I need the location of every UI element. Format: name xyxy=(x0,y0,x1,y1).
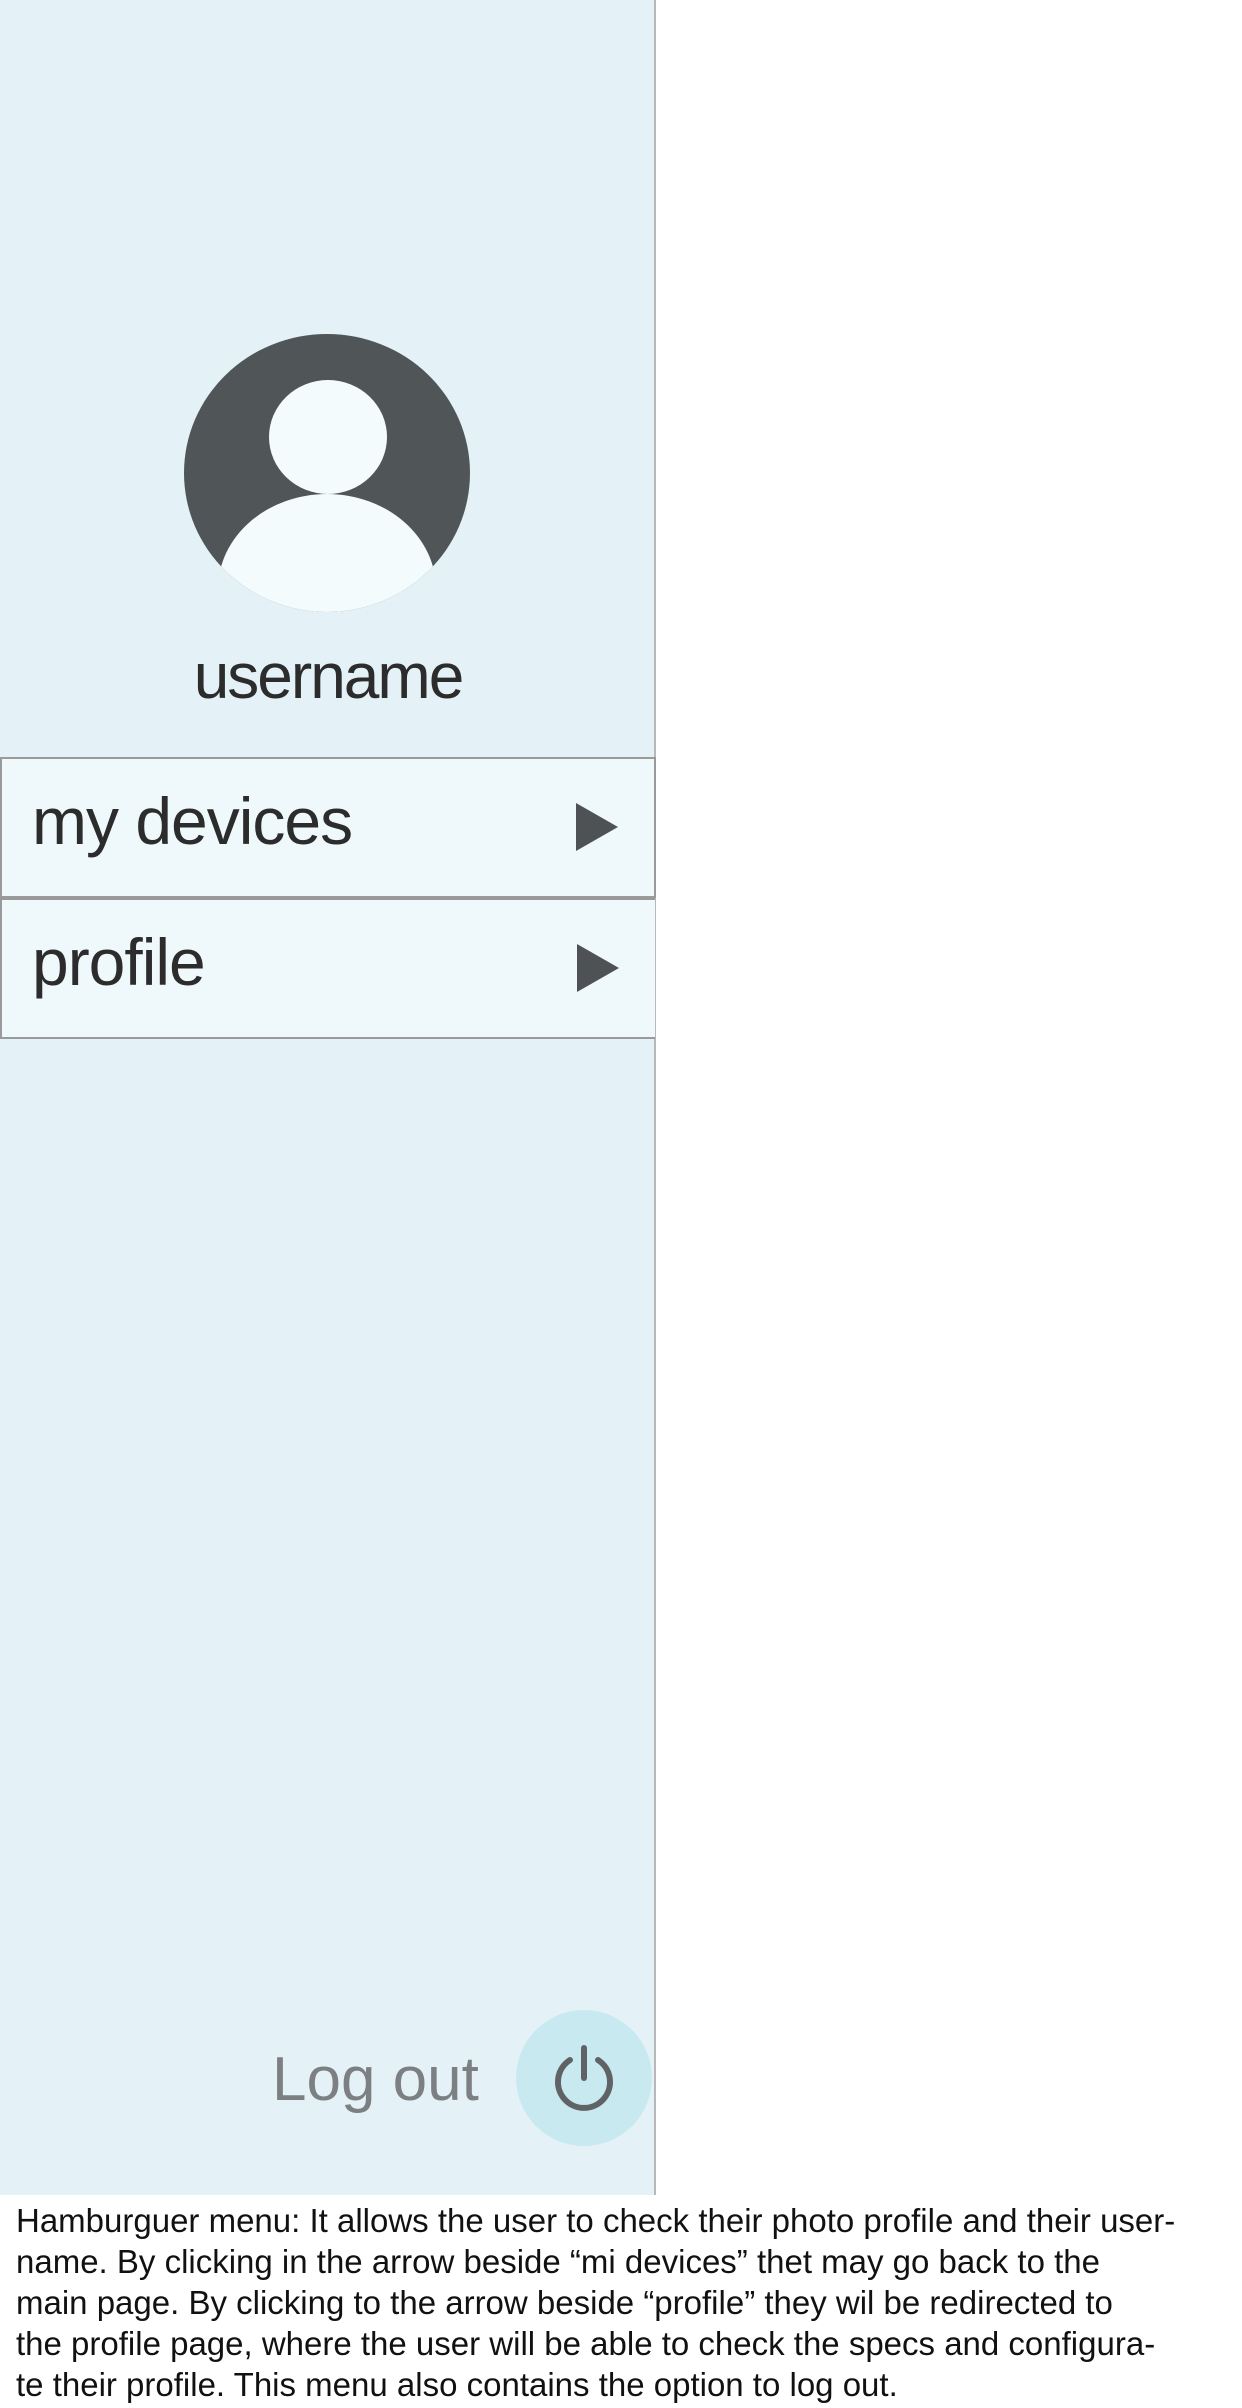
logout-button[interactable] xyxy=(516,2010,652,2146)
description-caption: Hamburguer menu: It allows the user to c… xyxy=(16,2200,1232,2405)
avatar-body xyxy=(218,494,436,612)
menu-item-my-devices[interactable]: my devices xyxy=(0,757,656,898)
caption-line: Hamburguer menu: It allows the user to c… xyxy=(16,2202,1176,2239)
play-arrow-icon[interactable] xyxy=(577,944,619,992)
caption-line: te their profile. This menu also contain… xyxy=(16,2366,898,2403)
page: username my devices profile Log out Hamb… xyxy=(0,0,1242,2408)
avatar-head xyxy=(269,380,387,494)
username-label: username xyxy=(193,640,465,712)
caption-line: the profile page, where the user will be… xyxy=(16,2325,1156,2362)
caption-line: name. By clicking in the arrow beside “m… xyxy=(16,2243,1100,2280)
caption-line: main page. By clicking to the arrow besi… xyxy=(16,2284,1113,2321)
menu-item-label: profile xyxy=(32,925,206,999)
menu-item-profile[interactable]: profile xyxy=(0,898,655,1039)
hamburger-menu-drawer: username my devices profile Log out xyxy=(0,0,656,2195)
menu-item-label: my devices xyxy=(32,784,353,858)
logout-label[interactable]: Log out xyxy=(272,2040,479,2120)
power-icon xyxy=(555,2045,613,2111)
play-arrow-icon[interactable] xyxy=(576,803,618,851)
avatar-icon xyxy=(184,334,470,612)
